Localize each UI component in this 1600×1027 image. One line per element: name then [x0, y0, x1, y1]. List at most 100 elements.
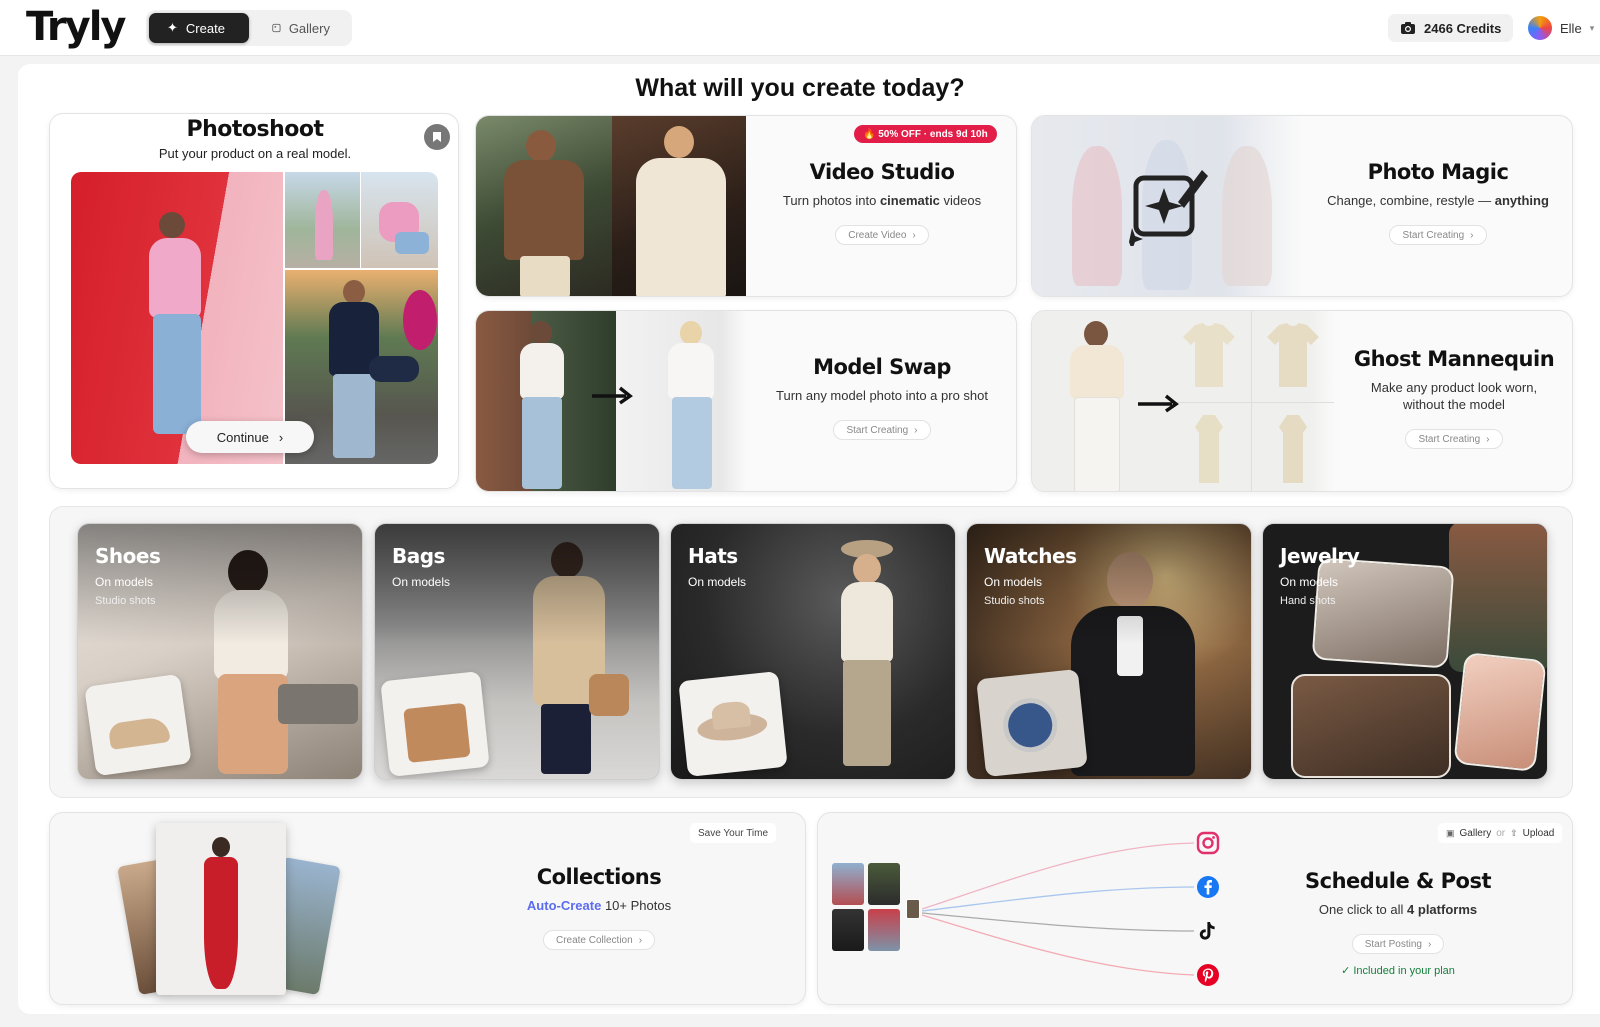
- model-swap-after-photo: [616, 311, 746, 491]
- shoes-product-tile: [84, 673, 192, 777]
- user-menu[interactable]: Elle ▾: [1528, 14, 1594, 42]
- video-man-photo: [476, 116, 612, 296]
- logo[interactable]: Tryly: [26, 4, 126, 50]
- collection-photo-main: [156, 823, 286, 995]
- category-name: Jewelry: [1280, 544, 1360, 568]
- post-thumbnails: [832, 863, 904, 955]
- watches-product-tile: [976, 668, 1088, 778]
- included-in-plan: ✓ Included in your plan: [1341, 965, 1455, 977]
- photoshoot-subtitle: Put your product on a real model.: [158, 146, 352, 161]
- start-posting-button[interactable]: Start Posting ›: [1351, 934, 1445, 954]
- continue-button[interactable]: Continue ›: [186, 421, 314, 453]
- ghost-tshirts-grid: [1169, 311, 1334, 491]
- chevron-right-icon: ›: [1486, 433, 1490, 445]
- connector-lines: [921, 842, 1195, 976]
- category-hats[interactable]: Hats On models: [670, 523, 956, 780]
- video-woman-photo: [612, 116, 746, 296]
- schedule-post-title: Schedule & Post: [1305, 869, 1491, 893]
- category-line1: On models: [392, 575, 451, 589]
- video-studio-subtitle: Turn photos into cinematic videos: [782, 193, 982, 208]
- jewelry-photo-1: [1449, 524, 1547, 672]
- collections-subtitle: Auto-Create 10+ Photos: [526, 898, 672, 913]
- category-line1: On models: [688, 575, 747, 589]
- save-time-tag: Save Your Time: [690, 823, 777, 843]
- chevron-right-icon: ›: [914, 424, 918, 436]
- create-video-button[interactable]: Create Video ›: [835, 225, 929, 245]
- category-line1: On models: [1280, 575, 1339, 589]
- category-line2: Studio shots: [95, 595, 156, 607]
- continue-label: Continue: [216, 429, 269, 445]
- gallery-icon: ▣: [1446, 827, 1455, 838]
- collections-card[interactable]: Save Your Time Collections Auto-Create 1…: [49, 812, 806, 1005]
- category-name: Shoes: [95, 544, 161, 568]
- check-icon: ✓: [1341, 965, 1351, 977]
- category-watches[interactable]: Watches On models Studio shots: [966, 523, 1252, 780]
- nav-gallery-button[interactable]: Gallery: [254, 13, 348, 43]
- nav-create-button[interactable]: ✦ Create: [149, 13, 249, 43]
- photo-magic-card[interactable]: Photo Magic Change, combine, restyle — a…: [1031, 115, 1573, 297]
- sparkle-icon: ✦: [167, 20, 178, 35]
- main-nav: ✦ Create Gallery: [146, 10, 352, 46]
- ghost-mannequin-start-button[interactable]: Start Creating ›: [1405, 429, 1503, 449]
- arrow-right-icon: [592, 386, 633, 405]
- jewelry-photo-3: [1291, 674, 1451, 778]
- photo-magic-start-button[interactable]: Start Creating ›: [1389, 225, 1487, 245]
- magic-edit-icon: [1129, 170, 1208, 246]
- category-shoes[interactable]: Shoes On models Studio shots: [77, 523, 363, 780]
- gallery-icon: [272, 23, 281, 33]
- facebook-icon[interactable]: [1196, 875, 1220, 899]
- ghost-mannequin-card[interactable]: Ghost Mannequin Make any product look wo…: [1031, 310, 1573, 492]
- bags-product-tile: [380, 671, 490, 777]
- category-name: Watches: [984, 544, 1077, 568]
- arrow-right-icon: [1138, 394, 1179, 413]
- schedule-post-card[interactable]: ▣ Gallery or ⇧ Upload Schedule & Post On…: [817, 812, 1573, 1005]
- bookmark-icon: [433, 132, 441, 142]
- avatar: [1528, 16, 1552, 40]
- category-bags[interactable]: Bags On models: [374, 523, 660, 780]
- jewelry-photo-4: [1453, 652, 1547, 772]
- model-swap-start-button[interactable]: Start Creating ›: [833, 420, 931, 440]
- gallery-option[interactable]: Gallery: [1460, 828, 1492, 839]
- model-swap-title: Model Swap: [813, 355, 951, 379]
- instagram-icon[interactable]: [1196, 831, 1220, 855]
- photo-magic-subtitle: Change, combine, restyle — anything: [1327, 193, 1549, 208]
- bookmark-button[interactable]: [424, 124, 450, 150]
- hats-product-tile: [678, 671, 788, 777]
- category-jewelry[interactable]: Jewelry On models Hand shots: [1262, 523, 1548, 780]
- chevron-down-icon: ▾: [1589, 22, 1595, 33]
- photoshoot-card[interactable]: Photoshoot Put your product on a real mo…: [49, 113, 459, 489]
- discount-badge: 🔥 50% OFF · ends 9d 10h: [854, 125, 997, 143]
- chevron-right-icon: ›: [912, 229, 916, 241]
- category-line1: On models: [984, 575, 1043, 589]
- camera-icon: [1401, 22, 1415, 34]
- collections-title: Collections: [536, 865, 662, 889]
- page-title: What will you create today?: [635, 74, 965, 102]
- photo-magic-title: Photo Magic: [1367, 160, 1509, 184]
- category-name: Hats: [688, 544, 738, 568]
- chevron-right-icon: ›: [1470, 229, 1474, 241]
- top-bar: Tryly ✦ Create Gallery 2466 Credits Elle…: [0, 0, 1600, 56]
- gallery-upload-switch: ▣ Gallery or ⇧ Upload: [1438, 823, 1563, 843]
- upload-icon: ⇧: [1510, 827, 1518, 838]
- ghost-mannequin-subtitle: Make any product look worn, without the m…: [1370, 380, 1538, 412]
- video-studio-title: Video Studio: [809, 160, 955, 184]
- model-swap-subtitle: Turn any model photo into a pro shot: [776, 388, 988, 403]
- ghost-mannequin-title: Ghost Mannequin: [1353, 347, 1555, 371]
- tiktok-icon[interactable]: [1196, 919, 1220, 943]
- credits-badge[interactable]: 2466 Credits: [1388, 14, 1514, 42]
- street-photo-1: [285, 172, 360, 268]
- upload-option[interactable]: Upload: [1523, 828, 1555, 839]
- model-swap-card[interactable]: Model Swap Turn any model photo into a p…: [475, 310, 1017, 492]
- category-line2: Hand shots: [1280, 595, 1336, 607]
- user-name: Elle: [1560, 20, 1582, 36]
- chevron-right-icon: ›: [1427, 938, 1432, 950]
- pinterest-icon[interactable]: [1196, 963, 1220, 987]
- street-photo-2: [361, 172, 438, 268]
- or-separator: or: [1496, 827, 1506, 839]
- category-line2: Studio shots: [984, 595, 1045, 607]
- create-collection-button[interactable]: Create Collection ›: [542, 930, 656, 950]
- nav-gallery-label: Gallery: [288, 20, 330, 36]
- category-line1: On models: [95, 575, 154, 589]
- chevron-right-icon: ›: [638, 934, 643, 946]
- schedule-post-subtitle: One click to all 4 platforms: [1318, 902, 1478, 917]
